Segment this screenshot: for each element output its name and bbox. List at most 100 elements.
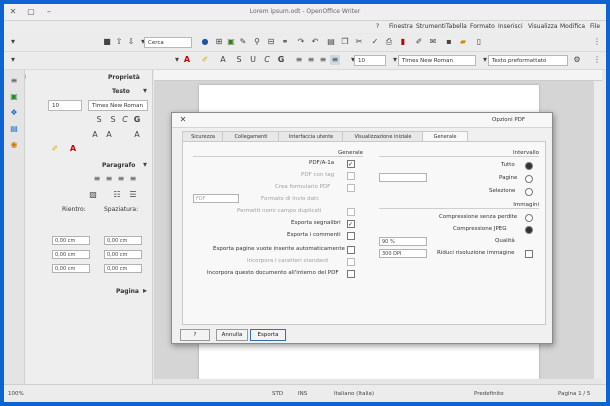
spacing-above-field[interactable]: 0,00 cm — [104, 236, 142, 245]
range-selection-radio[interactable] — [525, 188, 533, 196]
embed-fonts-checkbox[interactable] — [347, 258, 355, 266]
underline-icon[interactable]: U — [248, 55, 258, 65]
horizontal-ruler[interactable] — [154, 70, 602, 81]
lossless-radio[interactable] — [525, 214, 533, 222]
navigator-deck-icon[interactable]: ◉ — [9, 140, 19, 150]
spacing-below-field[interactable]: 0,00 cm — [104, 250, 142, 259]
range-all-radio[interactable] — [525, 162, 533, 170]
sidebar-font-color-icon[interactable]: A — [68, 144, 78, 154]
menu-tools[interactable]: Strumenti — [416, 23, 446, 30]
print-icon[interactable]: ⎙ — [384, 37, 394, 47]
bold-icon[interactable]: G — [276, 55, 286, 65]
sidebar-align-left-icon[interactable]: ≡ — [128, 174, 138, 184]
first-line-field[interactable]: 0,00 cm — [52, 264, 90, 273]
binoculars-icon[interactable]: ⚲ — [252, 37, 262, 47]
indent-after-field[interactable]: 0,00 cm — [52, 250, 90, 259]
italic-icon[interactable]: C — [262, 55, 272, 65]
table-icon[interactable]: ⊟ — [266, 37, 276, 47]
create-form-checkbox[interactable] — [347, 184, 355, 192]
sidebar-numbering-icon[interactable]: ☷ — [112, 190, 122, 200]
gallery-icon[interactable]: ▣ — [226, 37, 236, 47]
expand-page-icon[interactable]: ▸ — [140, 286, 150, 296]
properties-deck-icon[interactable]: ▣ — [9, 92, 19, 102]
shadow-icon[interactable]: A — [218, 55, 228, 65]
sidebar-font-field[interactable]: Times New Roman — [88, 100, 148, 111]
pdfa-checkbox[interactable]: ✓ — [347, 160, 355, 168]
insert-mode[interactable]: INS — [298, 391, 307, 397]
dpi-field[interactable]: 300 DPI — [379, 249, 427, 258]
menu-file[interactable]: File — [590, 23, 600, 30]
font-color-icon[interactable]: ▾ — [172, 55, 182, 65]
sidebar-align-center-icon[interactable]: ≡ — [116, 174, 126, 184]
font-size-field[interactable]: 10 — [354, 55, 386, 66]
sidebar-highlight-icon[interactable]: ✐ — [50, 144, 60, 154]
sidebar-shrink-font-icon[interactable]: A — [90, 130, 100, 140]
spellcheck-icon[interactable]: ✓ — [370, 37, 380, 47]
dialog-close-icon[interactable]: ✕ — [178, 115, 188, 125]
sidebar-grow-font-icon[interactable]: A — [104, 130, 114, 140]
menu-insert[interactable]: Inserisci — [498, 23, 523, 30]
sidebar-underline-icon[interactable]: S — [108, 115, 118, 125]
jpeg-radio[interactable] — [525, 226, 533, 234]
collapse-text-icon[interactable]: ▾ — [140, 86, 150, 96]
stop-icon[interactable]: ■ — [102, 37, 112, 47]
justify-icon[interactable]: ≡ — [294, 55, 304, 65]
menu-table[interactable]: Tabella — [446, 23, 467, 30]
new-document-icon[interactable]: ▯ — [474, 37, 484, 47]
hyperlink-icon[interactable]: ⚭ — [280, 37, 290, 47]
embed-odf-checkbox[interactable] — [347, 270, 355, 278]
paste-icon[interactable]: ▤ — [326, 37, 336, 47]
language-status[interactable]: Italiano (Italia) — [334, 391, 374, 397]
export-bookmarks-checkbox[interactable]: ✓ — [347, 220, 355, 228]
export-blank-checkbox[interactable] — [347, 246, 355, 254]
sidebar-shadow-icon[interactable]: A — [132, 130, 142, 140]
menu-edit[interactable]: Modifica — [560, 23, 585, 30]
sidebar-size-field[interactable]: 10 — [48, 100, 82, 111]
email-icon[interactable]: ✉ — [428, 37, 438, 47]
deck-menu-icon[interactable]: ≡ — [9, 76, 19, 86]
range-pages-field[interactable] — [379, 173, 427, 182]
styles-deck-icon[interactable]: ❖ — [9, 108, 19, 118]
cancel-button[interactable]: Annulla — [216, 329, 248, 341]
menu-format[interactable]: Formato — [470, 23, 495, 30]
navigator-icon[interactable]: ⊞ — [214, 37, 224, 47]
quality-field[interactable]: 90 % — [379, 237, 427, 246]
line-spacing-field[interactable]: 0,00 cm — [104, 264, 142, 273]
sidebar-bold-icon[interactable]: G — [132, 115, 142, 125]
align-right-icon[interactable]: ≡ — [306, 55, 316, 65]
edit-file-icon[interactable]: ✐ — [414, 37, 424, 47]
toolbar-options-icon[interactable]: ▾ — [8, 37, 18, 47]
gallery-deck-icon[interactable]: ▤ — [9, 124, 19, 134]
vertical-scrollbar[interactable] — [594, 81, 602, 379]
export-button[interactable]: Esporta — [250, 329, 286, 341]
selection-mode[interactable]: STD — [272, 391, 283, 397]
search-input[interactable]: Cerca — [144, 37, 192, 48]
submit-format-select[interactable]: FDF — [193, 194, 239, 203]
align-left-icon[interactable]: ≡ — [330, 55, 340, 65]
zoom-level[interactable]: 100% — [8, 391, 24, 397]
undo-icon[interactable]: ↶ — [310, 37, 320, 47]
strikethrough-icon[interactable]: S — [234, 55, 244, 65]
styles-icon[interactable]: ⚙ — [572, 55, 582, 65]
indent-before-field[interactable]: 0,00 cm — [52, 236, 90, 245]
redo-icon[interactable]: ↷ — [296, 37, 306, 47]
toolbar-options-icon-2[interactable]: ▾ — [8, 55, 18, 65]
font-color-a-icon[interactable]: A — [182, 55, 192, 65]
sidebar-italic-icon[interactable]: C — [120, 115, 130, 125]
collapse-paragraph-icon[interactable]: ▾ — [140, 160, 150, 170]
page-style-status[interactable]: Predefinito — [474, 391, 504, 397]
copy-icon[interactable]: ❐ — [340, 37, 350, 47]
sidebar-strike-icon[interactable]: S — [94, 115, 104, 125]
sidebar-bullets-icon[interactable]: ☰ — [128, 190, 138, 200]
arrow-down-icon[interactable]: ⇩ — [126, 37, 136, 47]
draw-icon[interactable]: ✎ — [238, 37, 248, 47]
sidebar-align-right-icon[interactable]: ≡ — [104, 174, 114, 184]
save-icon[interactable]: ▪ — [444, 37, 454, 47]
sidebar-background-icon[interactable]: ▨ — [88, 190, 98, 200]
menu-view[interactable]: Visualizza — [528, 23, 558, 30]
sidebar-justify-icon[interactable]: ≡ — [92, 174, 102, 184]
reduce-resolution-checkbox[interactable] — [525, 250, 533, 258]
allow-duplicate-checkbox[interactable] — [347, 208, 355, 216]
help-button[interactable]: ? — [180, 329, 210, 341]
menu-window[interactable]: Finestra — [389, 23, 413, 30]
